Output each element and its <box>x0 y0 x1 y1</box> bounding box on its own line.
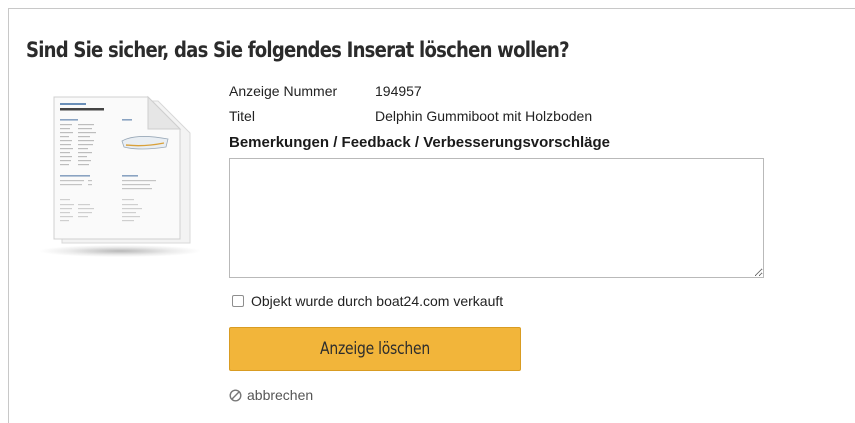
cancel-link-label[interactable]: abbrechen <box>247 387 313 403</box>
sold-checkbox-row[interactable]: Objekt wurde durch boat24.com verkauft <box>232 293 503 309</box>
sold-checkbox[interactable] <box>232 295 244 307</box>
feedback-textarea[interactable] <box>229 158 764 278</box>
listing-number-value: 194957 <box>375 83 422 99</box>
page-title: Sind Sie sicher, das Sie folgendes Inser… <box>26 38 570 62</box>
document-shadow <box>40 245 200 257</box>
delete-listing-button-label: Anzeige löschen <box>320 339 430 359</box>
listing-title-label: Titel <box>229 108 255 124</box>
delete-listing-button[interactable]: Anzeige löschen <box>229 327 521 371</box>
listing-number-label: Anzeige Nummer <box>229 83 338 99</box>
feedback-label: Bemerkungen / Feedback / Verbesserungsvo… <box>229 134 610 151</box>
sold-checkbox-label[interactable]: Objekt wurde durch boat24.com verkauft <box>251 293 503 309</box>
cancel-link[interactable]: abbrechen <box>229 387 313 403</box>
listing-title-value: Delphin Gummiboot mit Holzboden <box>375 108 593 124</box>
cancel-circle-icon <box>229 388 242 402</box>
document-preview-icon <box>40 95 200 265</box>
